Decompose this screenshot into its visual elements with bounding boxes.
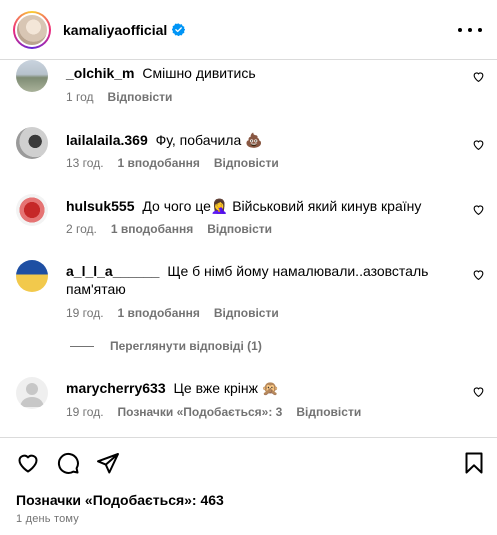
comment-text: Це вже крінж 🙊	[173, 380, 280, 396]
post-likes-count[interactable]: Позначки «Подобається»: 463	[16, 492, 224, 508]
reply-button[interactable]: Відповісти	[296, 404, 361, 420]
actions-divider	[0, 437, 497, 438]
comment-avatar[interactable]	[16, 60, 48, 92]
reply-button[interactable]: Відповісти	[207, 221, 272, 237]
like-comment-heart-icon[interactable]	[472, 203, 485, 216]
comment-username[interactable]: _olchik_m	[66, 65, 134, 81]
comment-icon[interactable]	[56, 451, 80, 475]
share-icon[interactable]	[96, 451, 120, 475]
like-comment-heart-icon[interactable]	[472, 138, 485, 151]
comment-avatar[interactable]	[16, 377, 48, 409]
ellipsis-horizontal-icon[interactable]	[458, 22, 482, 38]
comment-time[interactable]: 1 год	[66, 89, 94, 105]
comment-username[interactable]: a_l_l_a______	[66, 263, 159, 279]
comment-username[interactable]: marycherry633	[66, 380, 166, 396]
like-comment-heart-icon[interactable]	[472, 385, 485, 398]
comment-likes-count[interactable]: 1 вподобання	[111, 221, 193, 237]
heart-icon[interactable]	[16, 451, 40, 475]
reply-button[interactable]: Відповісти	[108, 89, 173, 105]
comment-text: Фу, побачила 💩	[155, 132, 263, 148]
comment-avatar[interactable]	[16, 194, 48, 226]
post-actions-bar	[16, 451, 486, 477]
comment-time[interactable]: 13 год.	[66, 155, 104, 171]
comment-time[interactable]: 19 год.	[66, 404, 104, 420]
post-header: kamaliyaofficial	[0, 0, 497, 60]
comment-text: Смішно дивитись	[142, 65, 256, 81]
comment-time[interactable]: 2 год.	[66, 221, 97, 237]
reply-button[interactable]: Відповісти	[214, 305, 279, 321]
comment-time[interactable]: 19 год.	[66, 305, 104, 321]
header-username[interactable]: kamaliyaofficial	[63, 22, 167, 38]
comment-likes-count[interactable]: Позначки «Подобається»: 3	[118, 404, 283, 420]
profile-avatar[interactable]	[13, 10, 51, 49]
view-replies-label: Переглянути відповіді (1)	[110, 339, 262, 353]
comment-username[interactable]: lailalaila.369	[66, 132, 148, 148]
bookmark-icon[interactable]	[462, 451, 486, 475]
comment-username[interactable]: hulsuk555	[66, 198, 134, 214]
comment-likes-count[interactable]: 1 вподобання	[118, 155, 200, 171]
like-comment-heart-icon[interactable]	[472, 70, 485, 83]
comment-avatar[interactable]	[16, 260, 48, 292]
comment-likes-count[interactable]: 1 вподобання	[118, 305, 200, 321]
default-avatar-icon	[20, 383, 44, 407]
reply-button[interactable]: Відповісти	[214, 155, 279, 171]
view-replies-button[interactable]: Переглянути відповіді (1)	[66, 339, 262, 353]
verified-badge-icon	[172, 23, 186, 36]
replies-divider-line	[70, 345, 94, 347]
comment-text: До чого це🤦‍♀️ Військовий який кинув кра…	[142, 198, 422, 214]
post-timestamp[interactable]: 1 день тому	[16, 513, 79, 525]
like-comment-heart-icon[interactable]	[472, 268, 485, 281]
comment-avatar[interactable]	[16, 127, 48, 159]
